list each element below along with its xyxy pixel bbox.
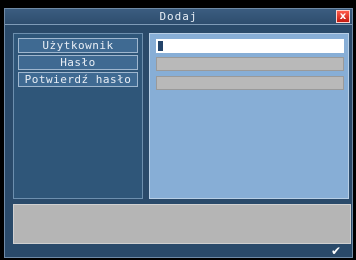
user-input[interactable] (156, 39, 344, 53)
confirm-password-input[interactable] (156, 76, 344, 90)
add-user-dialog: Dodaj x Użytkownik Hasło Potwierdź hasło… (4, 8, 353, 258)
close-button[interactable]: x (336, 10, 350, 23)
dialog-titlebar: Dodaj x (5, 9, 352, 25)
user-label: Użytkownik (18, 38, 138, 53)
dialog-title: Dodaj (159, 10, 198, 23)
password-label: Hasło (18, 55, 138, 70)
labels-panel: Użytkownik Hasło Potwierdź hasło (13, 33, 143, 199)
fields-panel (149, 33, 349, 199)
password-input[interactable] (156, 57, 344, 71)
confirm-password-label: Potwierdź hasło (18, 72, 138, 87)
message-area (13, 204, 351, 244)
confirm-checkmark-icon[interactable]: ✔ (324, 245, 348, 257)
text-caret (158, 41, 163, 51)
